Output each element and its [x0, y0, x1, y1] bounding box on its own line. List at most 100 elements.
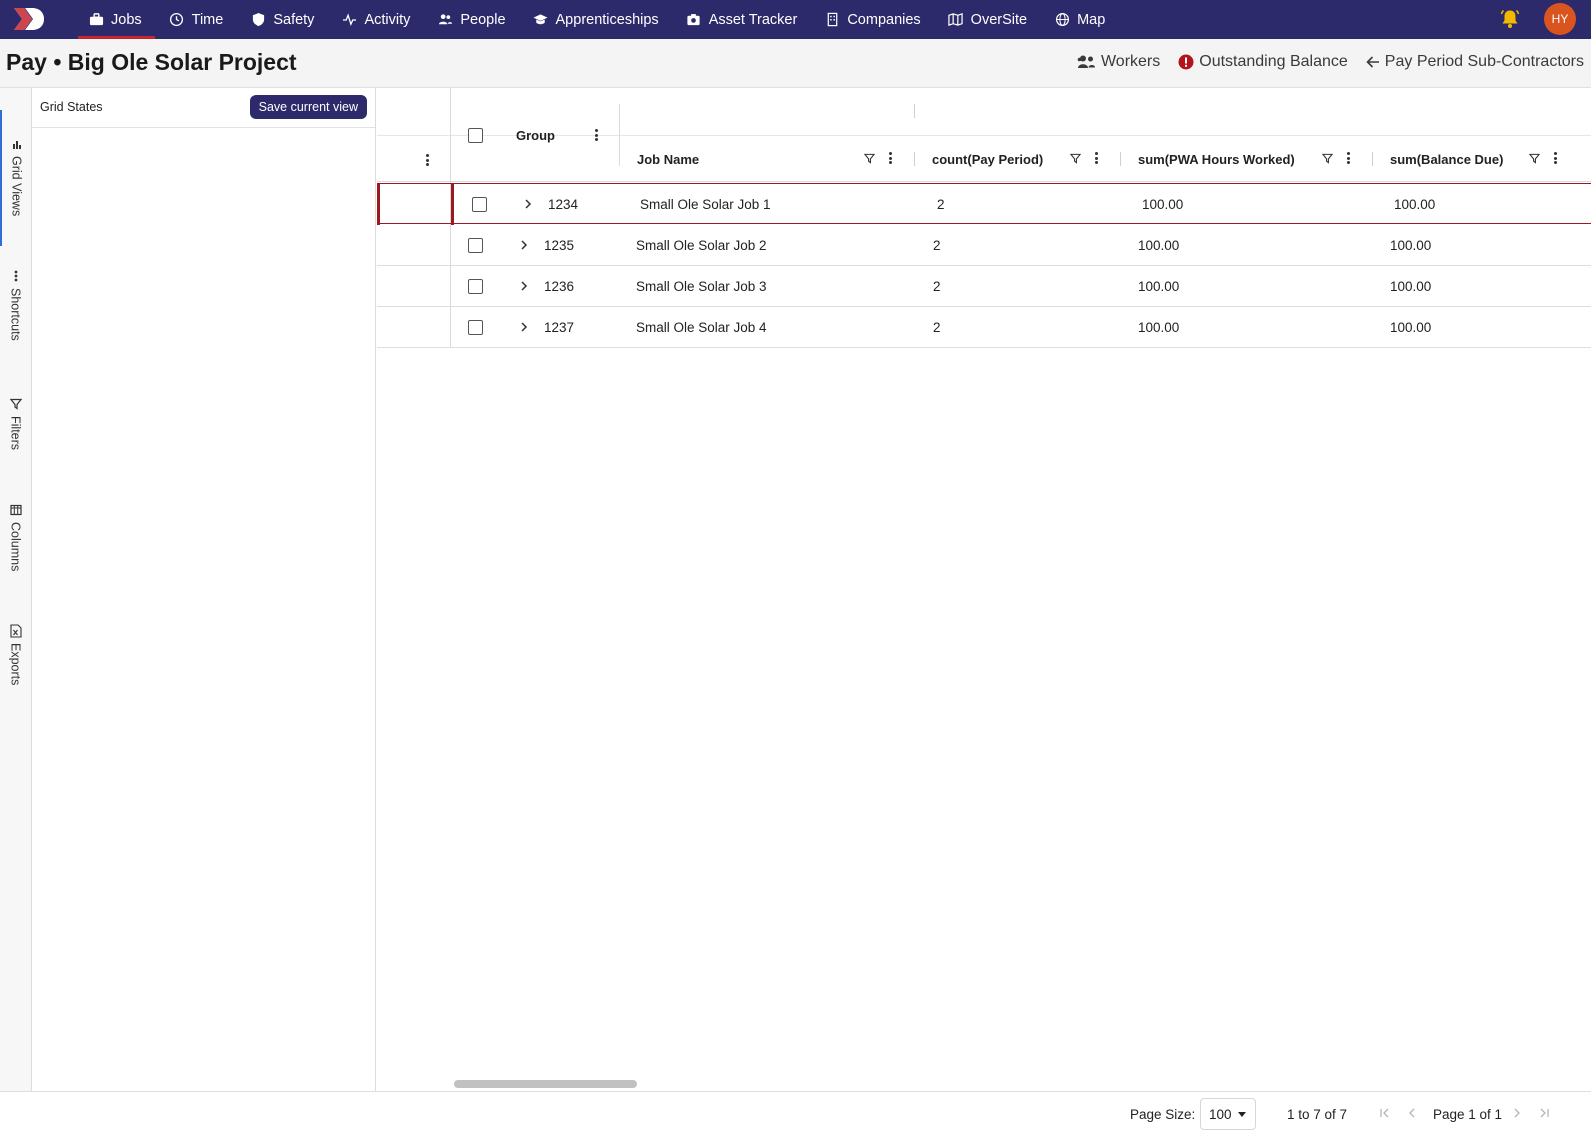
side-tab-grid-views[interactable]: Grid Views	[0, 110, 31, 246]
briefcase-icon	[88, 12, 104, 28]
page-indicator: Page 1 of 1	[1433, 1107, 1503, 1122]
row-checkbox[interactable]	[468, 238, 483, 253]
nav-label: Map	[1077, 11, 1106, 28]
next-page-icon[interactable]	[1510, 1105, 1524, 1121]
cell-hours: 100.00	[1142, 197, 1184, 212]
cell-job-name: Small Ole Solar Job 3	[636, 279, 767, 294]
column-menu-icon[interactable]	[1347, 152, 1351, 164]
side-tab-label: Exports	[8, 643, 23, 686]
nav-item-oversite[interactable]: OverSite	[936, 0, 1042, 39]
cell-hours: 100.00	[1138, 238, 1180, 253]
user-avatar[interactable]: HY	[1544, 3, 1576, 35]
column-separator	[1120, 152, 1121, 166]
nav-label: Apprenticeships	[555, 11, 659, 28]
cell-hours: 100.00	[1138, 320, 1180, 335]
horizontal-scrollbar[interactable]	[454, 1080, 637, 1088]
row-range-summary: 1 to 7 of 7	[1287, 1107, 1348, 1122]
nav-item-time[interactable]: Time	[157, 0, 239, 39]
nav-item-apprenticeships[interactable]: Apprenticeships	[521, 0, 674, 39]
row-checkbox[interactable]	[468, 320, 483, 335]
cell-balance: 100.00	[1394, 197, 1436, 212]
nav-item-safety[interactable]: Safety	[238, 0, 329, 39]
cell-job-name: Small Ole Solar Job 1	[640, 197, 771, 212]
table-row[interactable]: 1235 Small Ole Solar Job 2 2 100.00 100.…	[377, 225, 1591, 266]
side-tab-label: Columns	[8, 522, 23, 572]
cell-balance: 100.00	[1390, 238, 1432, 253]
nav-label: Activity	[364, 11, 411, 28]
column-header-label: Job Name	[637, 151, 700, 167]
side-tab-label: Shortcuts	[8, 288, 23, 341]
column-menu-icon[interactable]	[889, 152, 893, 164]
filter-icon[interactable]	[864, 153, 875, 164]
table-row[interactable]: 1234 Small Ole Solar Job 1 2 100.00 100.…	[377, 183, 1591, 225]
alert-circle-icon	[1178, 54, 1194, 70]
workers-link[interactable]: Workers	[1077, 53, 1160, 71]
save-current-view-button[interactable]: Save current view	[249, 95, 367, 119]
column-menu-icon[interactable]	[1554, 152, 1558, 164]
notification-bell-icon[interactable]	[1499, 8, 1521, 30]
cell-job-name: Small Ole Solar Job 2	[636, 238, 767, 253]
column-header-count-pay-period[interactable]: count(Pay Period)	[932, 136, 1043, 182]
filter-icon[interactable]	[1070, 153, 1081, 164]
company-logo[interactable]	[12, 5, 46, 33]
nav-item-activity[interactable]: Activity	[329, 0, 425, 39]
column-separator	[1372, 152, 1373, 166]
nav-item-companies[interactable]: Companies	[812, 0, 935, 39]
select-all-checkbox[interactable]	[468, 128, 483, 143]
back-link-label: Pay Period Sub-Contractors	[1384, 53, 1584, 70]
grid-states-title: Grid States	[40, 100, 103, 114]
pulse-icon	[341, 12, 357, 28]
column-header-job-name[interactable]: Job Name	[637, 136, 699, 182]
filter-icon[interactable]	[1322, 153, 1333, 164]
page-header: Pay • Big Ole Solar Project Workers Outs…	[0, 39, 1591, 88]
cell-count: 2	[937, 197, 945, 212]
cell-count: 2	[933, 279, 941, 294]
side-tab-exports[interactable]: Exports	[0, 624, 31, 686]
nav-item-asset-tracker[interactable]: Asset Tracker	[674, 0, 813, 39]
chevron-right-icon[interactable]	[517, 238, 531, 252]
side-tab-label: Filters	[8, 416, 23, 451]
nav-item-people[interactable]: People	[425, 0, 520, 39]
nav-item-jobs[interactable]: Jobs	[76, 0, 157, 39]
people-icon	[437, 12, 453, 28]
nav-label: Asset Tracker	[708, 11, 798, 28]
group-column-menu-icon[interactable]	[595, 129, 599, 141]
row-checkbox[interactable]	[468, 279, 483, 294]
chevron-right-icon[interactable]	[517, 320, 531, 334]
bar-chart-icon	[11, 138, 23, 150]
outstanding-balance-link[interactable]: Outstanding Balance	[1178, 53, 1348, 71]
last-page-icon[interactable]	[1537, 1105, 1551, 1121]
top-nav-bar: Jobs Time Safety Activity People Apprent…	[0, 0, 1591, 39]
page-size-value: 100	[1209, 1106, 1232, 1122]
pinned-column-menu-icon[interactable]	[426, 154, 430, 166]
column-menu-icon[interactable]	[1095, 152, 1099, 164]
column-header-label: sum(Balance Due)	[1390, 151, 1504, 167]
side-tab-columns[interactable]: Columns	[0, 504, 31, 571]
column-header-pwa-hours[interactable]: sum(PWA Hours Worked)	[1138, 136, 1295, 182]
selected-row-marker	[451, 183, 454, 225]
page-size-select[interactable]: 100	[1200, 1098, 1256, 1130]
cell-balance: 100.00	[1390, 320, 1432, 335]
filter-icon[interactable]	[1529, 153, 1540, 164]
side-tab-label: Grid Views	[9, 156, 24, 217]
arrow-left-icon	[1366, 56, 1379, 68]
table-row[interactable]: 1236 Small Ole Solar Job 3 2 100.00 100.…	[377, 266, 1591, 307]
chevron-right-icon[interactable]	[521, 197, 535, 211]
grid-states-panel: Grid States Save current view	[32, 88, 376, 1109]
row-checkbox[interactable]	[472, 197, 487, 212]
filter-icon	[9, 398, 22, 410]
nav-label: People	[460, 11, 506, 28]
column-header-balance-due[interactable]: sum(Balance Due)	[1390, 136, 1503, 182]
previous-page-icon[interactable]	[1405, 1105, 1419, 1121]
nav-item-map[interactable]: Map	[1042, 0, 1120, 39]
first-page-icon[interactable]	[1378, 1105, 1392, 1121]
side-tab-shortcuts[interactable]: Shortcuts	[0, 270, 31, 341]
back-to-pay-period-link[interactable]: Pay Period Sub-Contractors	[1366, 53, 1584, 71]
table-row[interactable]: 1237 Small Ole Solar Job 4 2 100.00 100.…	[377, 307, 1591, 348]
columns-icon	[9, 504, 22, 516]
nav-label: Time	[191, 11, 224, 28]
chevron-right-icon[interactable]	[517, 279, 531, 293]
side-tab-filters[interactable]: Filters	[0, 398, 31, 450]
graduation-cap-icon	[533, 12, 549, 28]
column-separator	[914, 152, 915, 166]
